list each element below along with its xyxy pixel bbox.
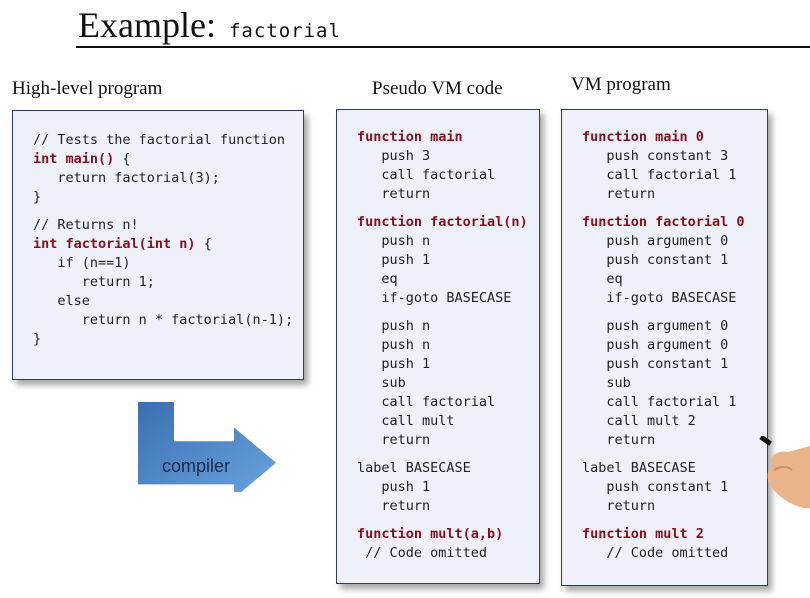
code-line: call factorial 1 [582, 167, 737, 183]
heading-pseudo-vm: Pseudo VM code [372, 78, 503, 99]
code-gap [582, 308, 767, 317]
code-line: return [582, 498, 656, 514]
code-keyword: int factorial(int n) [33, 236, 196, 252]
code-line: else [33, 293, 90, 309]
code-line: // Code omitted [357, 545, 488, 561]
code-line: if-goto BASECASE [582, 290, 737, 306]
code-line: function mult 2 [582, 525, 767, 544]
code-keyword: function main 0 [582, 129, 704, 145]
presenter-hand-icon [759, 436, 810, 509]
code-gap [33, 207, 303, 216]
code-gap [357, 516, 539, 525]
code-line: int factorial(int n) { [33, 235, 303, 254]
code-keyword: int main() [33, 151, 115, 167]
code-keyword: function mult(a,b) [357, 526, 504, 542]
code-line: return [582, 432, 656, 448]
code-line: eq [357, 271, 398, 287]
title-code: factorial [228, 20, 341, 42]
title-divider [76, 46, 810, 48]
compiler-label: compiler [162, 456, 231, 476]
code-line: return n * factorial(n-1); [33, 312, 294, 328]
code-line: sub [357, 375, 406, 391]
heading-high-level: High-level program [12, 78, 163, 99]
code-line: push constant 1 [582, 356, 729, 372]
code-line: push argument 0 [582, 337, 729, 353]
code-line: call factorial [357, 394, 496, 410]
code-line: int main() { [33, 150, 303, 169]
code-line: label BASECASE [357, 460, 471, 476]
code-line: return factorial(3); [33, 170, 220, 186]
code-line: return 1; [33, 274, 155, 290]
code-line: return [357, 498, 431, 514]
high-level-code: // Tests the factorial function int main(… [33, 131, 303, 349]
code-line: call mult [357, 413, 455, 429]
code-line: call factorial [357, 167, 496, 183]
code-line: function main 0 [582, 128, 767, 147]
code-line: push 1 [357, 356, 431, 372]
code-gap [582, 450, 767, 459]
code-line: sub [582, 375, 631, 391]
code-gap [357, 308, 539, 317]
code-keyword: function factorial 0 [582, 214, 745, 230]
code-line: call factorial 1 [582, 394, 737, 410]
vm-program-code: function main 0 push constant 3 call fac… [582, 128, 767, 563]
code-gap [582, 516, 767, 525]
code-line: if-goto BASECASE [357, 290, 512, 306]
heading-vm-program: VM program [571, 74, 671, 95]
code-line: return [357, 186, 431, 202]
code-line: } [33, 331, 42, 347]
slide-title: Example: factorial [78, 4, 341, 46]
code-line: // Tests the factorial function [33, 132, 285, 148]
high-level-code-panel: // Tests the factorial function int main(… [12, 110, 304, 380]
code-line: call mult 2 [582, 413, 696, 429]
code-line: if (n==1) [33, 255, 131, 271]
code-line: function main [357, 128, 539, 147]
code-line: push argument 0 [582, 233, 729, 249]
code-line: push n [357, 337, 431, 353]
code-line: push constant 3 [582, 148, 729, 164]
title-text: Example: [78, 5, 216, 45]
code-line: function factorial(n) [357, 213, 539, 232]
code-line: eq [582, 271, 623, 287]
code-line: push 1 [357, 479, 431, 495]
code-line: // Code omitted [582, 545, 729, 561]
code-gap [357, 450, 539, 459]
code-keyword: function main [357, 129, 463, 145]
code-line: function factorial 0 [582, 213, 767, 232]
code-line: label BASECASE [582, 460, 696, 476]
code-line: push argument 0 [582, 318, 729, 334]
code-line: return [357, 432, 431, 448]
vm-program-code-panel: function main 0 push constant 3 call fac… [561, 109, 768, 586]
code-line: // Returns n! [33, 217, 139, 233]
code-line: push 3 [357, 148, 431, 164]
pseudo-vm-code: function main push 3 call factorial retu… [357, 128, 539, 563]
code-rest: { [195, 236, 212, 252]
code-rest: { [114, 151, 131, 167]
code-gap [357, 204, 539, 213]
compiler-arrow-icon [138, 402, 276, 492]
code-line: push 1 [357, 252, 431, 268]
code-keyword: function factorial(n) [357, 214, 528, 230]
code-gap [582, 204, 767, 213]
code-line: push n [357, 318, 431, 334]
code-line: function mult(a,b) [357, 525, 539, 544]
code-line: } [33, 189, 42, 205]
code-line: push constant 1 [582, 252, 729, 268]
pseudo-vm-code-panel: function main push 3 call factorial retu… [336, 109, 540, 584]
code-line: return [582, 186, 656, 202]
code-line: push n [357, 233, 431, 249]
code-keyword: function mult 2 [582, 526, 704, 542]
code-line: push constant 1 [582, 479, 729, 495]
